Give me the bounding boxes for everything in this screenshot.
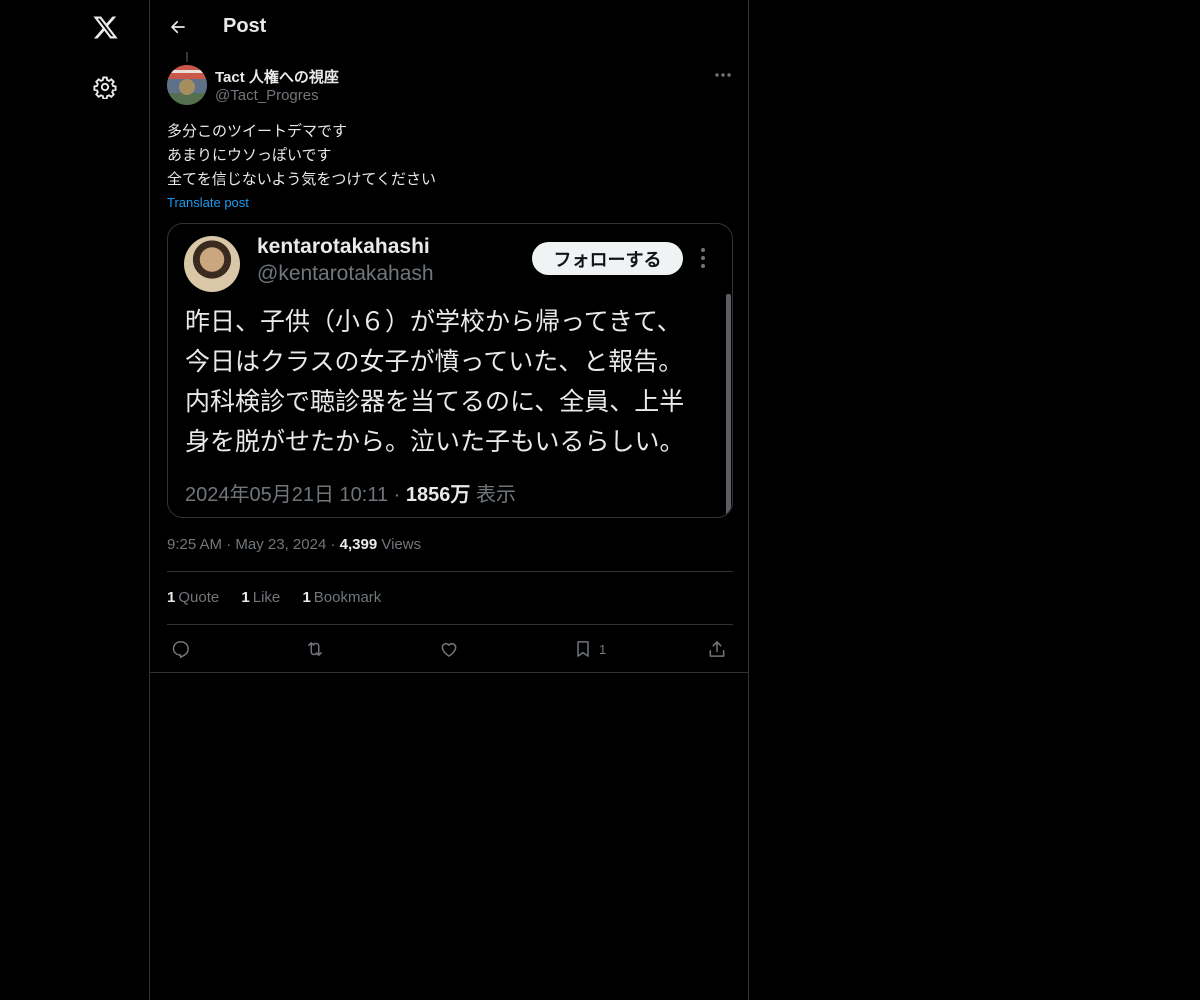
quotes-label: Quote bbox=[178, 589, 220, 606]
post-media-image[interactable]: kentarotakahashi @kentarotakahash フォローする… bbox=[167, 223, 733, 518]
bookmark-button[interactable]: 1 bbox=[573, 636, 606, 662]
embedded-post-text: 昨日、子供（小６）が学校から帰ってきて、 今日はクラスの女子が憤っていた、と報告… bbox=[185, 302, 715, 462]
translate-post-link[interactable]: Translate post bbox=[167, 195, 249, 210]
thread-connector bbox=[186, 52, 188, 62]
bookmarks-count: 1 bbox=[302, 589, 311, 606]
embedded-text-line: 身を脱がせたから。泣いた子もいるらしい。 bbox=[185, 428, 685, 456]
arrow-left-icon[interactable] bbox=[164, 13, 192, 41]
post-metadata: 9:25 AM · May 23, 2024 · 4,399 Views bbox=[167, 536, 421, 553]
embedded-avatar bbox=[184, 236, 240, 292]
embedded-text-line: 昨日、子供（小６）が学校から帰ってきて、 bbox=[185, 308, 682, 336]
separator: · bbox=[330, 536, 336, 553]
post-time[interactable]: 9:25 AM bbox=[167, 536, 222, 553]
views-count: 4,399 bbox=[339, 536, 378, 553]
quotes-count: 1 bbox=[167, 589, 176, 606]
author-avatar[interactable] bbox=[167, 65, 207, 105]
page-header: Post bbox=[150, 0, 748, 54]
divider bbox=[167, 571, 733, 572]
embedded-meta: 2024年05月21日 10:11 · 1856万 表示 bbox=[185, 478, 516, 507]
views-label: Views bbox=[381, 536, 422, 553]
engagement-stats: 1 Quote 1 Like 1 Bookmark bbox=[167, 589, 399, 606]
bookmarks-stat[interactable]: 1 Bookmark bbox=[302, 589, 381, 606]
bookmarks-label: Bookmark bbox=[313, 589, 382, 606]
author-display-name[interactable]: Tact 人権への視座 bbox=[215, 66, 339, 87]
embedded-more-icon bbox=[695, 244, 711, 272]
bookmark-icon bbox=[577, 641, 589, 657]
more-options-icon[interactable] bbox=[710, 64, 736, 86]
x-logo-icon[interactable] bbox=[89, 11, 121, 43]
gear-icon[interactable] bbox=[91, 73, 119, 101]
repost-icon[interactable] bbox=[304, 636, 326, 662]
embedded-scrollbar bbox=[726, 294, 731, 516]
embedded-author-handle: @kentarotakahash bbox=[257, 262, 434, 285]
post-text: 多分このツイートデマです あまりにウソっぽいです 全てを信じないよう気をつけてく… bbox=[167, 120, 727, 192]
post-date[interactable]: May 23, 2024 bbox=[235, 536, 326, 553]
embedded-date: 2024年05月21日 10:11 · bbox=[185, 484, 401, 506]
post-text-line: あまりにウソっぽいです bbox=[167, 147, 332, 164]
heart-icon[interactable] bbox=[439, 636, 459, 662]
left-nav bbox=[0, 0, 150, 1000]
reply-icon[interactable] bbox=[171, 636, 191, 662]
quotes-stat[interactable]: 1 Quote bbox=[167, 589, 219, 606]
author-handle[interactable]: @Tact_Progres bbox=[215, 87, 319, 104]
post-text-line: 多分このツイートデマです bbox=[167, 123, 348, 140]
page-title: Post bbox=[223, 15, 267, 37]
likes-label: Like bbox=[252, 589, 281, 606]
divider bbox=[150, 672, 748, 673]
embedded-text-line: 内科検診で聴診器を当てるのに、全員、上半 bbox=[185, 388, 685, 416]
bookmark-action-count: 1 bbox=[599, 641, 607, 657]
separator: · bbox=[226, 536, 232, 553]
post-text-line: 全てを信じないよう気をつけてください bbox=[167, 171, 436, 188]
share-icon[interactable] bbox=[707, 636, 727, 662]
embedded-views-count: 1856万 bbox=[405, 484, 471, 506]
likes-stat[interactable]: 1 Like bbox=[241, 589, 280, 606]
embedded-author-name: kentarotakahashi bbox=[257, 235, 430, 258]
divider bbox=[167, 624, 733, 625]
likes-count: 1 bbox=[241, 589, 250, 606]
main-column: Post Tact 人権への視座 @Tact_Progres 多分このツイートデ… bbox=[149, 0, 749, 1000]
embedded-views-label: 表示 bbox=[475, 484, 516, 506]
embedded-text-line: 今日はクラスの女子が憤っていた、と報告。 bbox=[185, 348, 684, 376]
action-bar: 1 bbox=[167, 636, 733, 662]
embedded-follow-button: フォローする bbox=[532, 242, 683, 275]
